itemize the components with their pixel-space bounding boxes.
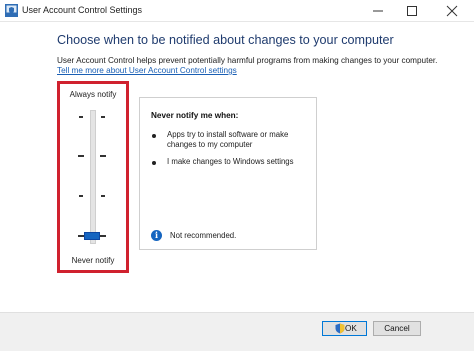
slider-tick bbox=[79, 195, 83, 197]
minimize-icon bbox=[373, 10, 383, 12]
always-notify-label: Always notify bbox=[69, 90, 117, 99]
window-title: User Account Control Settings bbox=[22, 5, 143, 15]
close-icon bbox=[446, 5, 458, 17]
slider-tick bbox=[100, 235, 106, 237]
slider-tick bbox=[101, 116, 105, 118]
minimize-button[interactable] bbox=[362, 0, 394, 22]
notification-slider-panel: Always notify Never notify bbox=[57, 81, 129, 273]
slider-tick bbox=[100, 155, 106, 157]
slider-thumb[interactable] bbox=[84, 232, 100, 240]
slider-track[interactable] bbox=[90, 110, 96, 244]
info-title: Never notify me when: bbox=[151, 111, 239, 120]
ok-button-label: OK bbox=[345, 324, 357, 333]
slider-tick bbox=[101, 195, 105, 197]
learn-more-link[interactable]: Tell me more about User Account Control … bbox=[57, 66, 237, 75]
description-text: User Account Control helps prevent poten… bbox=[57, 56, 438, 65]
bullet-dot bbox=[152, 134, 156, 138]
never-notify-label: Never notify bbox=[71, 256, 115, 265]
slider-tick bbox=[79, 116, 83, 118]
ok-button[interactable]: OK bbox=[322, 321, 367, 336]
bullet-dot bbox=[152, 161, 156, 165]
page-heading: Choose when to be notified about changes… bbox=[57, 33, 394, 47]
recommendation-note: Not recommended. bbox=[170, 231, 237, 240]
slider-tick bbox=[78, 155, 84, 157]
maximize-button[interactable] bbox=[396, 0, 428, 22]
close-button[interactable] bbox=[436, 0, 468, 22]
maximize-icon bbox=[407, 6, 417, 16]
dialog-footer: OK Cancel bbox=[0, 312, 474, 351]
title-bar: User Account Control Settings bbox=[0, 0, 474, 22]
info-icon: i bbox=[151, 230, 162, 241]
cancel-button[interactable]: Cancel bbox=[373, 321, 421, 336]
bullet-text: Apps try to install software or make cha… bbox=[167, 130, 289, 149]
shield-icon bbox=[335, 323, 345, 334]
setting-description-box: Never notify me when: Apps try to instal… bbox=[139, 97, 317, 250]
uac-shield-app-icon bbox=[5, 4, 18, 17]
bullet-text: I make changes to Windows settings bbox=[167, 157, 294, 166]
